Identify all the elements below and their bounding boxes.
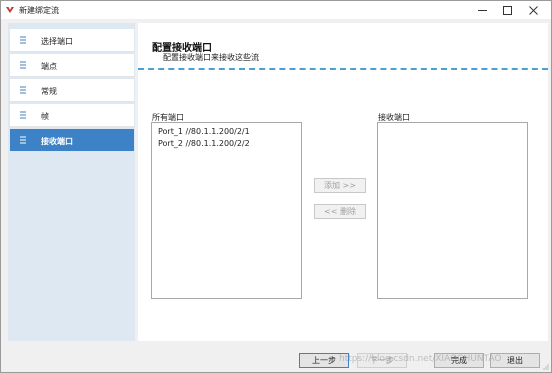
add-button[interactable]: 添加 >> (314, 178, 366, 193)
sidebar-item-general[interactable]: 常规 (10, 79, 134, 102)
sidebar-item-label: 选择端口 (41, 37, 73, 46)
minimize-button[interactable] (468, 1, 496, 19)
hamburger-icon (20, 61, 26, 69)
resize-grip-icon[interactable] (543, 364, 549, 370)
close-icon (528, 5, 538, 15)
sidebar-item-frames[interactable]: 帧 (10, 104, 134, 127)
sidebar-item-label: 常规 (41, 87, 57, 96)
all-ports-list[interactable]: Port_1 //80.1.1.200/2/1 Port_2 //80.1.1.… (151, 122, 302, 299)
maximize-icon (502, 5, 512, 15)
wizard-sidebar: 选择端口 端点 常规 帧 接收端口 (8, 23, 135, 341)
finish-button[interactable]: 完成 (434, 353, 484, 368)
list-item[interactable]: Port_2 //80.1.1.200/2/2 (158, 139, 250, 148)
hamburger-icon (20, 136, 26, 144)
sidebar-item-label: 端点 (41, 62, 57, 71)
list-item[interactable]: Port_1 //80.1.1.200/2/1 (158, 127, 250, 136)
hamburger-icon (20, 36, 26, 44)
wizard-window: 新建绑定流 选择端口 端点 常规 帧 接收端口 配置接收端口 配置接收端口来接收… (0, 0, 552, 373)
hamburger-icon (20, 86, 26, 94)
sidebar-item-endpoints[interactable]: 端点 (10, 54, 134, 77)
hamburger-icon (20, 111, 26, 119)
sidebar-item-select-ports[interactable]: 选择端口 (10, 29, 134, 52)
remove-button[interactable]: << 删除 (314, 204, 366, 219)
header-divider (138, 68, 548, 70)
minimize-icon (477, 9, 487, 11)
content-panel: 配置接收端口 配置接收端口来接收这些流 所有端口 Port_1 //80.1.1… (138, 23, 548, 341)
sidebar-item-label: 帧 (41, 112, 49, 121)
next-button[interactable]: 下一步 (357, 353, 407, 368)
cancel-button[interactable]: 退出 (490, 353, 540, 368)
previous-button[interactable]: 上一步 (299, 353, 349, 368)
maximize-button[interactable] (493, 1, 521, 19)
receive-ports-list[interactable] (377, 122, 528, 299)
page-subtitle: 配置接收端口来接收这些流 (163, 53, 259, 62)
sidebar-item-receive-ports[interactable]: 接收端口 (10, 129, 134, 152)
close-button[interactable] (519, 1, 547, 19)
window-title: 新建绑定流 (19, 6, 59, 15)
app-logo-icon (6, 7, 14, 13)
sidebar-item-label: 接收端口 (41, 137, 73, 146)
title-bar[interactable]: 新建绑定流 (1, 1, 551, 19)
